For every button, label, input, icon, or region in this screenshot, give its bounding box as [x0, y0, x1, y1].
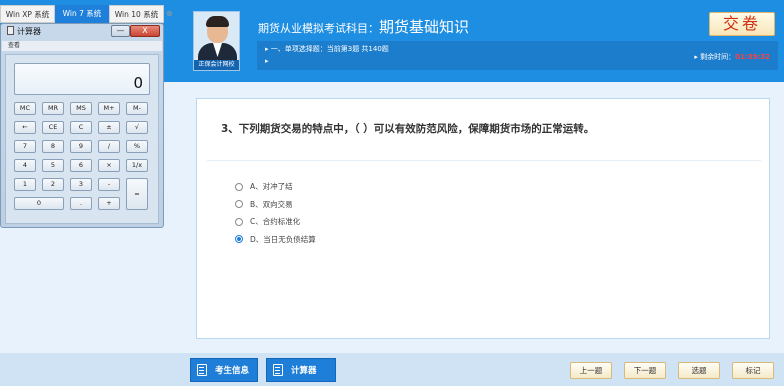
info-line-2: ▸	[265, 57, 269, 65]
answer-option[interactable]: B、双向交易	[235, 196, 316, 214]
candidate-info-button[interactable]: 考生信息	[190, 358, 258, 382]
close-icon[interactable]: ⊗	[166, 5, 173, 23]
key-add[interactable]: +	[98, 197, 120, 210]
pick-question-button[interactable]: 选题	[678, 362, 720, 379]
prev-question-button[interactable]: 上一题	[570, 362, 612, 379]
key-reciprocal[interactable]: 1/x	[126, 159, 148, 172]
key-sqrt[interactable]: √	[126, 121, 148, 134]
answer-option[interactable]: C、合约标准化	[235, 213, 316, 231]
question-progress: ▸ 一、单项选择题：当前第3题 共140题	[265, 45, 389, 53]
answer-options: A、对冲了结 B、双向交易 C、合约标准化 D、当日无负债结算	[235, 178, 316, 248]
calculator-window: 计算器 — X 查看 0 MC MR MS M+ M- ← CE C ± √ 7…	[0, 23, 164, 228]
question-text: 3、下列期货交易的特点中，（ ）可以有效防范风险，保障期货市场的正常运转。	[221, 123, 595, 135]
candidate-avatar: 正保会计网校	[193, 11, 240, 71]
key-decimal[interactable]: .	[70, 197, 92, 210]
calculator-icon	[273, 364, 283, 376]
timer-label: ▸ 剩余时间：	[694, 53, 736, 61]
avatar-caption: 正保会计网校	[194, 60, 239, 70]
key-2[interactable]: 2	[42, 178, 64, 191]
key-ms[interactable]: MS	[70, 102, 92, 115]
candidate-info-label: 考生信息	[215, 366, 250, 376]
calculator-titlebar[interactable]: 计算器 — X	[1, 24, 163, 40]
key-subtract[interactable]: -	[98, 178, 120, 191]
close-window-button[interactable]: X	[130, 25, 160, 37]
key-0[interactable]: 0	[14, 197, 64, 210]
calculator-title: 计算器	[7, 26, 41, 37]
minimize-button[interactable]: —	[111, 25, 130, 37]
calculator-app-icon	[7, 26, 14, 35]
key-m-plus[interactable]: M+	[98, 102, 120, 115]
key-5[interactable]: 5	[42, 159, 64, 172]
key-m-minus[interactable]: M-	[126, 102, 148, 115]
key-mr[interactable]: MR	[42, 102, 64, 115]
key-8[interactable]: 8	[42, 140, 64, 153]
radio-button[interactable]	[235, 217, 243, 226]
key-backspace[interactable]: ←	[14, 121, 36, 134]
option-label: C、合约标准化	[250, 217, 301, 227]
calculator-label: 计算器	[291, 366, 317, 376]
mark-question-button[interactable]: 标记	[732, 362, 774, 379]
key-4[interactable]: 4	[14, 159, 36, 172]
exam-title: 期货从业模拟考试科目：期货基础知识	[258, 16, 469, 37]
radio-button[interactable]	[235, 200, 243, 209]
answer-option[interactable]: A、对冲了结	[235, 178, 316, 196]
tab-win-10[interactable]: Win 10 系统	[109, 5, 164, 23]
document-icon	[197, 364, 207, 376]
key-percent[interactable]: %	[126, 140, 148, 153]
exam-footer: 考生信息 计算器 上一题 下一题 选题 标记	[0, 353, 784, 386]
calculator-display: 0	[14, 63, 150, 95]
option-label: D、当日无负债结算	[250, 234, 316, 244]
next-question-button[interactable]: 下一题	[624, 362, 666, 379]
option-label: B、双向交易	[250, 199, 293, 209]
divider	[207, 160, 761, 161]
key-9[interactable]: 9	[70, 140, 92, 153]
key-7[interactable]: 7	[14, 140, 36, 153]
key-equals[interactable]: =	[126, 178, 148, 210]
key-mc[interactable]: MC	[14, 102, 36, 115]
calculator-menu-view[interactable]: 查看	[2, 41, 162, 51]
calculator-body: 0 MC MR MS M+ M- ← CE C ± √ 7 8 9 / % 4 …	[5, 54, 159, 224]
key-divide[interactable]: /	[98, 140, 120, 153]
submit-exam-button[interactable]: 交卷	[709, 12, 775, 36]
question-panel: 3、下列期货交易的特点中，（ ）可以有效防范风险，保障期货市场的正常运转。 A、…	[196, 98, 770, 339]
answer-option[interactable]: D、当日无负债结算	[235, 231, 316, 249]
key-c[interactable]: C	[70, 121, 92, 134]
exam-subject: 期货基础知识	[379, 18, 470, 36]
calculator-button[interactable]: 计算器	[266, 358, 336, 382]
radio-button[interactable]	[235, 235, 243, 244]
key-ce[interactable]: CE	[42, 121, 64, 134]
tab-win-xp[interactable]: Win XP 系统	[0, 5, 55, 23]
key-plus-minus[interactable]: ±	[98, 121, 120, 134]
timer-value: 01:39:32	[735, 53, 770, 61]
key-3[interactable]: 3	[70, 178, 92, 191]
radio-button[interactable]	[235, 182, 243, 191]
key-1[interactable]: 1	[14, 178, 36, 191]
key-multiply[interactable]: ×	[98, 159, 120, 172]
remaining-time: ▸ 剩余时间：01:39:32	[694, 52, 770, 62]
display-value: 0	[133, 74, 143, 92]
exam-title-prefix: 期货从业模拟考试科目：	[258, 22, 379, 35]
tab-win-7[interactable]: Win 7 系统	[55, 5, 109, 23]
exam-info-bar: ▸ 一、单项选择题：当前第3题 共140题 ▸ ▸ 剩余时间：01:39:32	[257, 41, 778, 70]
option-label: A、对冲了结	[250, 182, 293, 192]
key-6[interactable]: 6	[70, 159, 92, 172]
